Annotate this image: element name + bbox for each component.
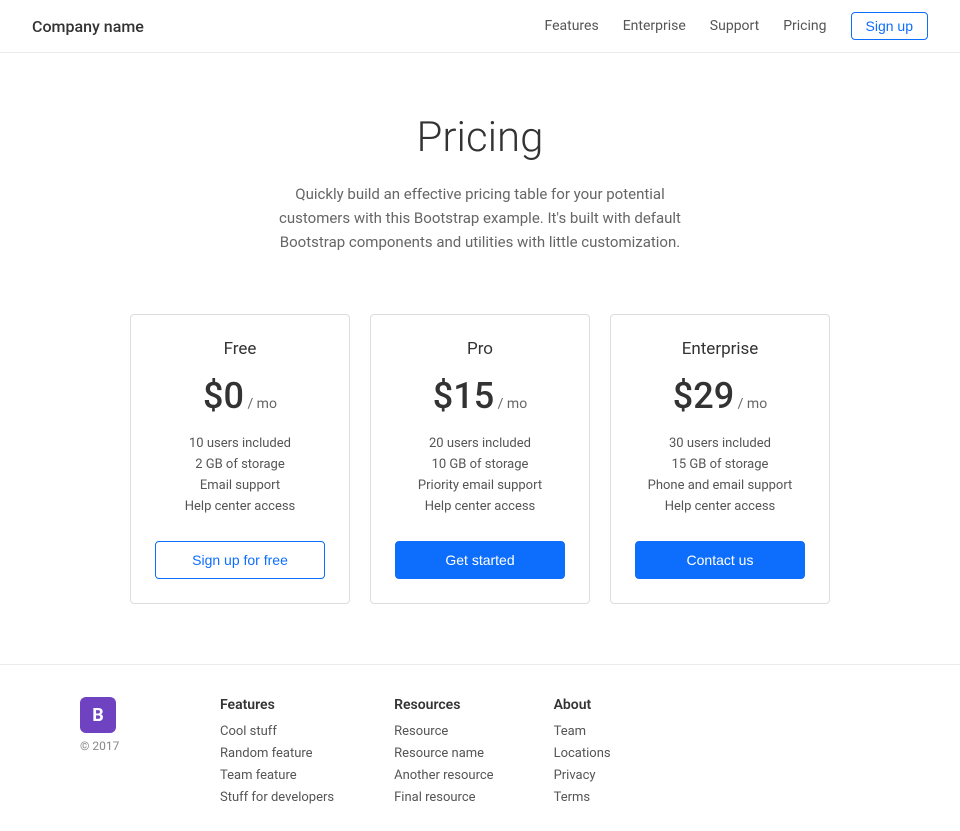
footer: B © 2017 Features Cool stuff Random feat… bbox=[0, 664, 960, 831]
footer-logo: B bbox=[80, 697, 116, 733]
plan-pro-amount: $15 bbox=[433, 375, 494, 417]
plan-enterprise-per: / mo bbox=[738, 396, 768, 412]
list-item: Phone and email support bbox=[635, 475, 805, 496]
plan-pro-name: Pro bbox=[395, 339, 565, 359]
nav-enterprise[interactable]: Enterprise bbox=[623, 18, 686, 34]
brand-name: Company name bbox=[32, 17, 144, 36]
footer-year: © 2017 bbox=[80, 739, 160, 753]
footer-col-about-list: Team Locations Privacy Terms bbox=[554, 723, 611, 805]
footer-link[interactable]: Random feature bbox=[220, 746, 313, 761]
plan-free-per: / mo bbox=[247, 396, 277, 412]
plan-pro: Pro $15 / mo 20 users included 10 GB of … bbox=[370, 314, 590, 604]
footer-link[interactable]: Team feature bbox=[220, 768, 297, 783]
plan-enterprise-amount: $29 bbox=[673, 375, 734, 417]
footer-link[interactable]: Cool stuff bbox=[220, 724, 277, 739]
footer-link[interactable]: Final resource bbox=[394, 790, 475, 805]
list-item: 20 users included bbox=[395, 433, 565, 454]
signup-button[interactable]: Sign up bbox=[851, 12, 928, 40]
list-item: Stuff for developers bbox=[220, 789, 334, 805]
footer-link[interactable]: Team bbox=[554, 724, 587, 739]
plan-free-price: $0 / mo bbox=[155, 375, 325, 417]
hero-section: Pricing Quickly build an effective prici… bbox=[0, 53, 960, 294]
plan-enterprise-name: Enterprise bbox=[635, 339, 805, 359]
footer-link[interactable]: Terms bbox=[554, 790, 591, 805]
list-item: 15 GB of storage bbox=[635, 454, 805, 475]
list-item: Another resource bbox=[394, 767, 493, 783]
plan-pro-features: 20 users included 10 GB of storage Prior… bbox=[395, 433, 565, 517]
list-item: 10 GB of storage bbox=[395, 454, 565, 475]
footer-columns: Features Cool stuff Random feature Team … bbox=[220, 697, 611, 811]
nav-features[interactable]: Features bbox=[544, 18, 598, 34]
plan-pro-cta[interactable]: Get started bbox=[395, 541, 565, 579]
hero-description: Quickly build an effective pricing table… bbox=[260, 182, 700, 254]
list-item: Terms bbox=[554, 789, 611, 805]
list-item: Resource bbox=[394, 723, 493, 739]
footer-col-resources: Resources Resource Resource name Another… bbox=[394, 697, 493, 811]
list-item: Team feature bbox=[220, 767, 334, 783]
footer-col-resources-heading: Resources bbox=[394, 697, 493, 713]
footer-col-about-heading: About bbox=[554, 697, 611, 713]
plan-free-cta[interactable]: Sign up for free bbox=[155, 541, 325, 579]
footer-link[interactable]: Privacy bbox=[554, 768, 596, 783]
footer-link[interactable]: Stuff for developers bbox=[220, 790, 334, 805]
list-item: Cool stuff bbox=[220, 723, 334, 739]
list-item: Help center access bbox=[635, 496, 805, 517]
plan-pro-price: $15 / mo bbox=[395, 375, 565, 417]
footer-col-features: Features Cool stuff Random feature Team … bbox=[220, 697, 334, 811]
nav-support[interactable]: Support bbox=[710, 18, 759, 34]
plan-pro-per: / mo bbox=[498, 396, 528, 412]
pricing-section: Free $0 / mo 10 users included 2 GB of s… bbox=[0, 294, 960, 664]
plan-free-features: 10 users included 2 GB of storage Email … bbox=[155, 433, 325, 517]
list-item: Email support bbox=[155, 475, 325, 496]
list-item: Final resource bbox=[394, 789, 493, 805]
footer-col-about: About Team Locations Privacy Terms bbox=[554, 697, 611, 811]
list-item: Help center access bbox=[395, 496, 565, 517]
list-item: Priority email support bbox=[395, 475, 565, 496]
plan-enterprise-cta[interactable]: Contact us bbox=[635, 541, 805, 579]
list-item: Team bbox=[554, 723, 611, 739]
list-item: 30 users included bbox=[635, 433, 805, 454]
footer-col-features-list: Cool stuff Random feature Team feature S… bbox=[220, 723, 334, 805]
footer-brand: B © 2017 bbox=[80, 697, 160, 753]
footer-col-features-heading: Features bbox=[220, 697, 334, 713]
plan-enterprise: Enterprise $29 / mo 30 users included 15… bbox=[610, 314, 830, 604]
nav-pricing[interactable]: Pricing bbox=[783, 18, 826, 34]
nav-links: Features Enterprise Support Pricing Sign… bbox=[544, 12, 928, 40]
list-item: Resource name bbox=[394, 745, 493, 761]
footer-link[interactable]: Resource bbox=[394, 724, 448, 739]
footer-logo-letter: B bbox=[92, 705, 104, 726]
footer-inner: B © 2017 Features Cool stuff Random feat… bbox=[80, 697, 880, 811]
plan-free-amount: $0 bbox=[203, 375, 244, 417]
plan-enterprise-features: 30 users included 15 GB of storage Phone… bbox=[635, 433, 805, 517]
footer-col-resources-list: Resource Resource name Another resource … bbox=[394, 723, 493, 805]
list-item: Locations bbox=[554, 745, 611, 761]
navbar: Company name Features Enterprise Support… bbox=[0, 0, 960, 53]
list-item: Privacy bbox=[554, 767, 611, 783]
footer-link[interactable]: Another resource bbox=[394, 768, 493, 783]
list-item: 10 users included bbox=[155, 433, 325, 454]
list-item: Random feature bbox=[220, 745, 334, 761]
page-title: Pricing bbox=[20, 113, 940, 162]
footer-link[interactable]: Locations bbox=[554, 746, 611, 761]
list-item: Help center access bbox=[155, 496, 325, 517]
footer-link[interactable]: Resource name bbox=[394, 746, 484, 761]
plan-free: Free $0 / mo 10 users included 2 GB of s… bbox=[130, 314, 350, 604]
plan-enterprise-price: $29 / mo bbox=[635, 375, 805, 417]
list-item: 2 GB of storage bbox=[155, 454, 325, 475]
plan-free-name: Free bbox=[155, 339, 325, 359]
